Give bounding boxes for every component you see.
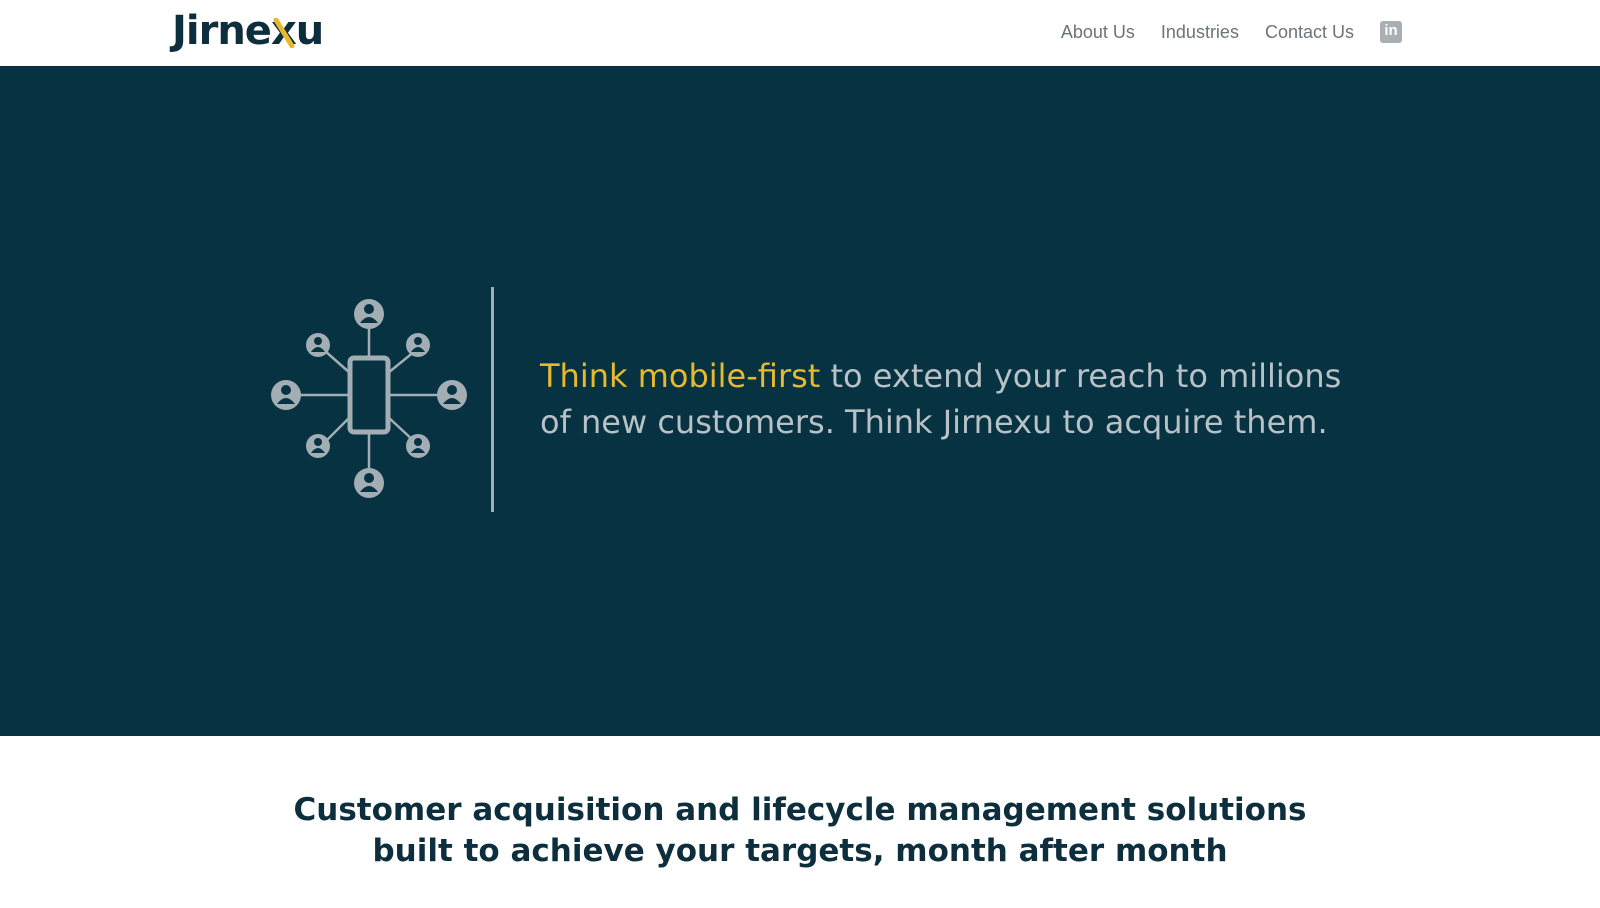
site-header: Jirnex u About Us Industries Contact Us i… xyxy=(0,0,1600,67)
main-nav: About Us Industries Contact Us in xyxy=(1061,16,1402,48)
nav-contact-us[interactable]: Contact Us xyxy=(1265,22,1354,43)
logo-text-post: u xyxy=(295,8,325,54)
hero-headline: Think mobile-first to extend your reach … xyxy=(540,353,1380,445)
linkedin-icon[interactable]: in xyxy=(1380,21,1402,43)
nav-industries[interactable]: Industries xyxy=(1161,22,1239,43)
hero-divider xyxy=(491,287,494,512)
logo-text-pre: Jirne xyxy=(172,8,272,54)
mobile-network-icon xyxy=(271,299,467,498)
nav-about-us[interactable]: About Us xyxy=(1061,22,1135,43)
hero-highlight: Think mobile-first xyxy=(540,357,821,395)
tagline-line-1: Customer acquisition and lifecycle manag… xyxy=(293,792,1307,828)
linkedin-glyph: in xyxy=(1384,22,1398,39)
jirnexu-logo[interactable]: Jirnex u xyxy=(172,6,325,56)
tagline-line-2: built to achieve your targets, month aft… xyxy=(372,833,1228,869)
logo-x: x xyxy=(270,8,297,54)
tagline: Customer acquisition and lifecycle manag… xyxy=(0,790,1600,872)
